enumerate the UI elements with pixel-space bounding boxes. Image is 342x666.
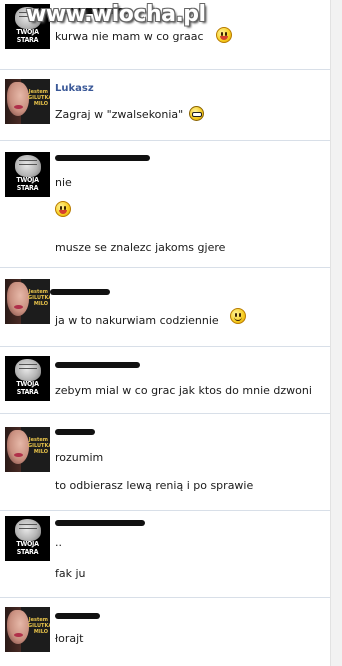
redacted-name: [55, 613, 100, 619]
chat-message: Jestem GILUTKA MILO Lukasz Zagraj w "zwa…: [0, 71, 330, 141]
message-text: fak ju: [55, 567, 86, 580]
grin-smiley-icon: [189, 106, 204, 121]
avatar-caption: TWOJA STARA: [16, 28, 39, 44]
message-text: łorajt: [55, 632, 84, 645]
message-text: to odbierasz lewą renią i po sprawie: [55, 479, 254, 492]
fist-icon: [15, 519, 41, 541]
fist-icon: [15, 359, 41, 381]
chat-message: Jestem GILUTKA MILO rozumim to odbierasz…: [0, 415, 330, 511]
avatar-caption: Jestem GILUTKA MILO: [28, 289, 50, 307]
sender-name[interactable]: Lukasz: [55, 83, 94, 94]
redacted-name: [55, 155, 150, 161]
avatar-caption: TWOJA STARA: [16, 380, 39, 396]
avatar[interactable]: Jestem GILUTKA MILO: [5, 427, 50, 472]
avatar[interactable]: TWOJA STARA: [5, 152, 50, 197]
smiley-tongue-icon: [55, 201, 71, 217]
avatar-caption: TWOJA STARA: [16, 540, 39, 556]
chat-message: Jestem GILUTKA MILO ja w to nakurwiam co…: [0, 269, 330, 347]
scrollbar-track[interactable]: [330, 0, 342, 666]
fist-icon: [15, 155, 41, 177]
avatar[interactable]: TWOJA STARA: [5, 356, 50, 401]
message-text: musze se znalezc jakoms gjere: [55, 241, 226, 254]
avatar-caption: Jestem GILUTKA MILO: [28, 617, 50, 635]
avatar[interactable]: TWOJA STARA: [5, 516, 50, 561]
message-text: ..: [55, 536, 62, 549]
message-text: rozumim: [55, 451, 104, 464]
avatar-caption: Jestem GILUTKA MILO: [28, 89, 50, 107]
avatar[interactable]: Jestem GILUTKA MILO: [5, 607, 50, 652]
redacted-name: [55, 362, 140, 368]
message-text: nie: [55, 176, 72, 189]
avatar[interactable]: Jestem GILUTKA MILO: [5, 79, 50, 124]
chat-message: TWOJA STARA nie musze se znalezc jakoms …: [0, 142, 330, 268]
watermark: www.wiocha.pl: [26, 2, 206, 27]
message-text: ja w to nakurwiam codziennie: [55, 314, 219, 327]
redacted-name: [50, 289, 110, 295]
smiley-tongue-icon: [216, 27, 232, 43]
redacted-name: [55, 429, 95, 435]
chat-message: TWOJA STARA .. fak ju: [0, 512, 330, 598]
redacted-name: [55, 520, 145, 526]
smiley-icon: [230, 308, 246, 324]
message-text: Zagraj w "zwalsekonia": [55, 108, 184, 121]
chat-message: Jestem GILUTKA MILO łorajt: [0, 599, 330, 666]
message-text: kurwa nie mam w co graac: [55, 30, 204, 43]
message-text: zebym mial w co grac jak ktos do mnie dz…: [55, 384, 312, 397]
avatar-caption: TWOJA STARA: [16, 176, 39, 192]
chat-message: TWOJA STARA zebym mial w co grac jak kto…: [0, 348, 330, 414]
avatar-caption: Jestem GILUTKA MILO: [28, 437, 50, 455]
avatar[interactable]: Jestem GILUTKA MILO: [5, 279, 50, 324]
